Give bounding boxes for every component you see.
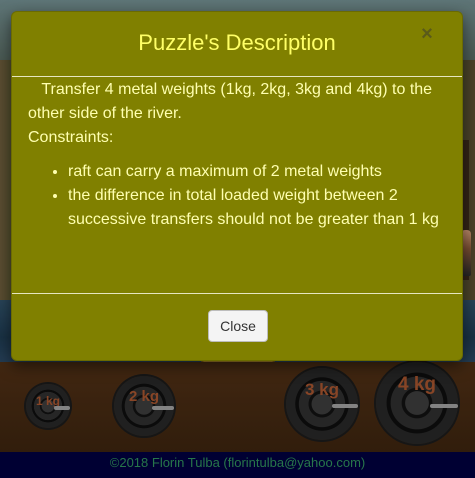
intro-text: Transfer 4 metal weights (1kg, 2kg, 3kg … [28,81,433,122]
modal-header: Puzzle's Description × [12,12,462,77]
modal-footer: Close [12,293,462,360]
constraints-heading: Constraints: [28,129,114,146]
constraint-item: raft can carry a maximum of 2 metal weig… [68,160,450,184]
modal-title: Puzzle's Description [138,30,336,55]
close-icon[interactable]: × [418,24,436,44]
description-modal: Puzzle's Description × Transfer 4 metal … [11,11,463,361]
puzzle-intro: Transfer 4 metal weights (1kg, 2kg, 3kg … [28,78,450,126]
close-button[interactable]: Close [208,310,268,342]
constraint-item: the difference in total loaded weight be… [68,184,450,232]
constraints-list: raft can carry a maximum of 2 metal weig… [28,160,450,232]
modal-body: Transfer 4 metal weights (1kg, 2kg, 3kg … [28,78,450,232]
